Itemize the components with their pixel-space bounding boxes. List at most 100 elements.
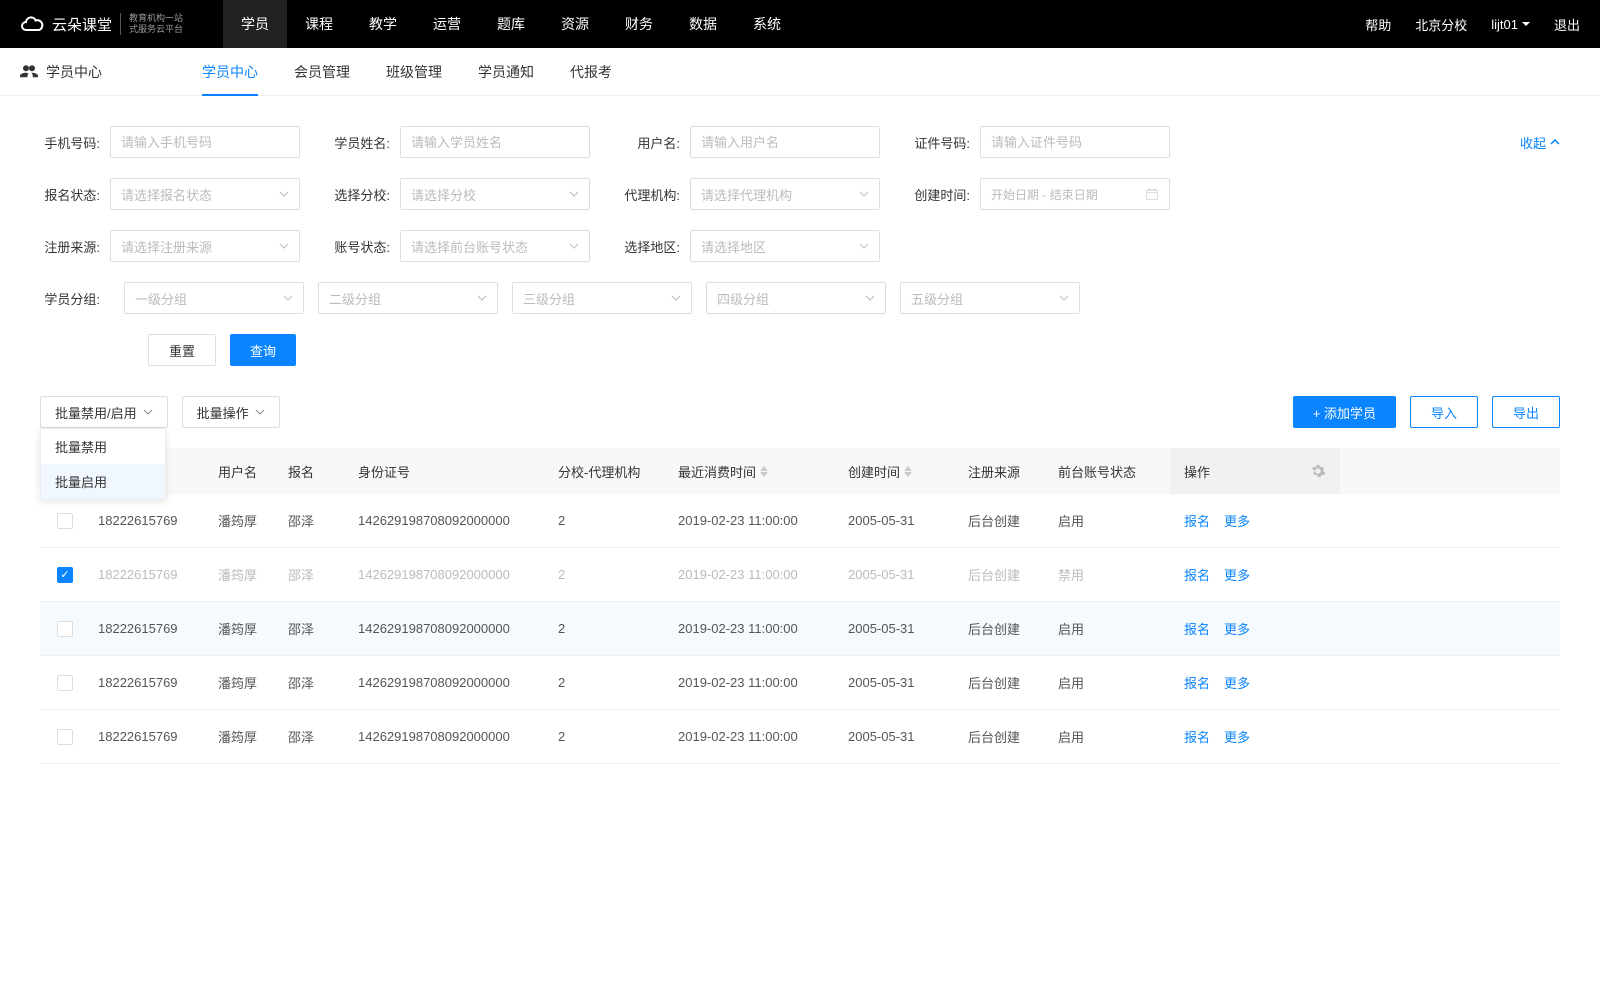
row-checkbox[interactable] <box>57 621 73 637</box>
import-button[interactable]: 导入 <box>1410 396 1478 428</box>
accstatus-select[interactable]: 请选择前台账号状态 <box>400 230 590 262</box>
topnav-item-5[interactable]: 资源 <box>543 0 607 48</box>
subnav-item-3[interactable]: 学员通知 <box>478 48 534 96</box>
cell-create: 2005-05-31 <box>840 675 960 690</box>
group-level-3-select[interactable]: 三级分组 <box>512 282 692 314</box>
createtime-range[interactable]: 开始日期 - 结束日期 <box>980 178 1170 210</box>
group-level-4-select[interactable]: 四级分组 <box>706 282 886 314</box>
logout-link[interactable]: 退出 <box>1554 15 1580 34</box>
subnav-item-2[interactable]: 班级管理 <box>386 48 442 96</box>
chevron-down-icon <box>283 293 293 303</box>
topnav-item-2[interactable]: 教学 <box>351 0 415 48</box>
region-label: 选择地区: <box>620 237 680 256</box>
cloud-icon <box>20 12 44 36</box>
more-link[interactable]: 更多 <box>1224 727 1250 746</box>
th-idnum: 身份证号 <box>350 462 550 481</box>
branch-select[interactable]: 请选择分校 <box>400 178 590 210</box>
th-actions: 操作 <box>1170 448 1340 494</box>
collapse-toggle[interactable]: 收起 <box>1520 133 1560 152</box>
register-link[interactable]: 报名 <box>1184 511 1210 530</box>
username-label: 用户名: <box>620 133 680 152</box>
table-row: 18222615769潘筠厚邵泽142629198708092000000220… <box>40 494 1560 548</box>
table-row: ✓18222615769潘筠厚邵泽14262919870809200000022… <box>40 548 1560 602</box>
register-link[interactable]: 报名 <box>1184 673 1210 692</box>
row-checkbox[interactable] <box>57 513 73 529</box>
sub-navigation: 学员中心 学员中心会员管理班级管理学员通知代报考 <box>0 48 1600 96</box>
cell-status: 启用 <box>1050 727 1170 746</box>
row-checkbox[interactable] <box>57 729 73 745</box>
bulk-toggle-menu: 批量禁用 批量启用 <box>40 428 166 500</box>
bulk-toggle-dropdown[interactable]: 批量禁用/启用 <box>40 396 168 428</box>
row-checkbox[interactable] <box>57 675 73 691</box>
gear-icon[interactable] <box>1310 463 1326 479</box>
group-level-1-select[interactable]: 一级分组 <box>124 282 304 314</box>
group-level-2-select[interactable]: 二级分组 <box>318 282 498 314</box>
group-label: 学员分组: <box>40 289 100 308</box>
cell-consume: 2019-02-23 11:00:00 <box>670 729 840 744</box>
group-level-5-select[interactable]: 五级分组 <box>900 282 1080 314</box>
bulk-ops-dropdown[interactable]: 批量操作 <box>182 396 280 428</box>
chevron-down-icon <box>671 293 681 303</box>
help-link[interactable]: 帮助 <box>1365 15 1391 34</box>
branch-label: 选择分校: <box>330 185 390 204</box>
topnav-item-3[interactable]: 运营 <box>415 0 479 48</box>
cell-source: 后台创建 <box>960 673 1050 692</box>
chevron-down-icon <box>477 293 487 303</box>
register-link[interactable]: 报名 <box>1184 727 1210 746</box>
register-link[interactable]: 报名 <box>1184 565 1210 584</box>
cell-status: 启用 <box>1050 511 1170 530</box>
filter-panel: 手机号码: 学员姓名: 用户名: 证件号码: 收起 报名状态:请选择报名状态 选… <box>0 96 1600 376</box>
phone-input[interactable] <box>110 126 300 158</box>
th-consume[interactable]: 最近消费时间 <box>670 462 840 481</box>
register-link[interactable]: 报名 <box>1184 619 1210 638</box>
regsource-select[interactable]: 请选择注册来源 <box>110 230 300 262</box>
subnav-item-1[interactable]: 会员管理 <box>294 48 350 96</box>
cell-idnum: 142629198708092000000 <box>350 567 550 582</box>
chevron-up-icon <box>1550 137 1560 147</box>
more-link[interactable]: 更多 <box>1224 565 1250 584</box>
cell-reg: 邵泽 <box>280 565 350 584</box>
subnav-item-4[interactable]: 代报考 <box>570 48 612 96</box>
th-status: 前台账号状态 <box>1050 462 1170 481</box>
cell-phone: 18222615769 <box>90 729 210 744</box>
search-button[interactable]: 查询 <box>230 334 296 366</box>
chevron-down-icon <box>279 241 289 251</box>
cell-branch: 2 <box>550 675 670 690</box>
topnav-item-1[interactable]: 课程 <box>287 0 351 48</box>
topnav-item-6[interactable]: 财务 <box>607 0 671 48</box>
topnav-item-4[interactable]: 题库 <box>479 0 543 48</box>
subnav-item-0[interactable]: 学员中心 <box>202 48 258 96</box>
row-checkbox[interactable]: ✓ <box>57 567 73 583</box>
th-branch: 分校-代理机构 <box>550 462 670 481</box>
user-menu[interactable]: lijt01 <box>1491 17 1530 32</box>
more-link[interactable]: 更多 <box>1224 511 1250 530</box>
agency-select[interactable]: 请选择代理机构 <box>690 178 880 210</box>
username-input[interactable] <box>690 126 880 158</box>
export-button[interactable]: 导出 <box>1492 396 1560 428</box>
cell-source: 后台创建 <box>960 619 1050 638</box>
cell-source: 后台创建 <box>960 727 1050 746</box>
name-input[interactable] <box>400 126 590 158</box>
idcard-input[interactable] <box>980 126 1170 158</box>
more-link[interactable]: 更多 <box>1224 619 1250 638</box>
topnav-item-8[interactable]: 系统 <box>735 0 799 48</box>
more-link[interactable]: 更多 <box>1224 673 1250 692</box>
cell-consume: 2019-02-23 11:00:00 <box>670 513 840 528</box>
cell-branch: 2 <box>550 621 670 636</box>
cell-consume: 2019-02-23 11:00:00 <box>670 675 840 690</box>
toolbar: 批量禁用/启用 批量操作 批量禁用 批量启用 + 添加学员 导入 导出 <box>0 376 1600 448</box>
topnav-item-0[interactable]: 学员 <box>223 0 287 48</box>
topnav-item-7[interactable]: 数据 <box>671 0 735 48</box>
add-student-button[interactable]: + 添加学员 <box>1293 396 1396 428</box>
branch-selector[interactable]: 北京分校 <box>1415 15 1467 34</box>
caret-down-icon <box>1522 20 1530 28</box>
table-row: 18222615769潘筠厚邵泽142629198708092000000220… <box>40 710 1560 764</box>
bulk-enable-item[interactable]: 批量启用 <box>41 464 165 499</box>
cell-username: 潘筠厚 <box>210 511 280 530</box>
th-create[interactable]: 创建时间 <box>840 462 960 481</box>
region-select[interactable]: 请选择地区 <box>690 230 880 262</box>
cell-create: 2005-05-31 <box>840 621 960 636</box>
reset-button[interactable]: 重置 <box>148 334 216 366</box>
regstatus-select[interactable]: 请选择报名状态 <box>110 178 300 210</box>
bulk-disable-item[interactable]: 批量禁用 <box>41 429 165 464</box>
